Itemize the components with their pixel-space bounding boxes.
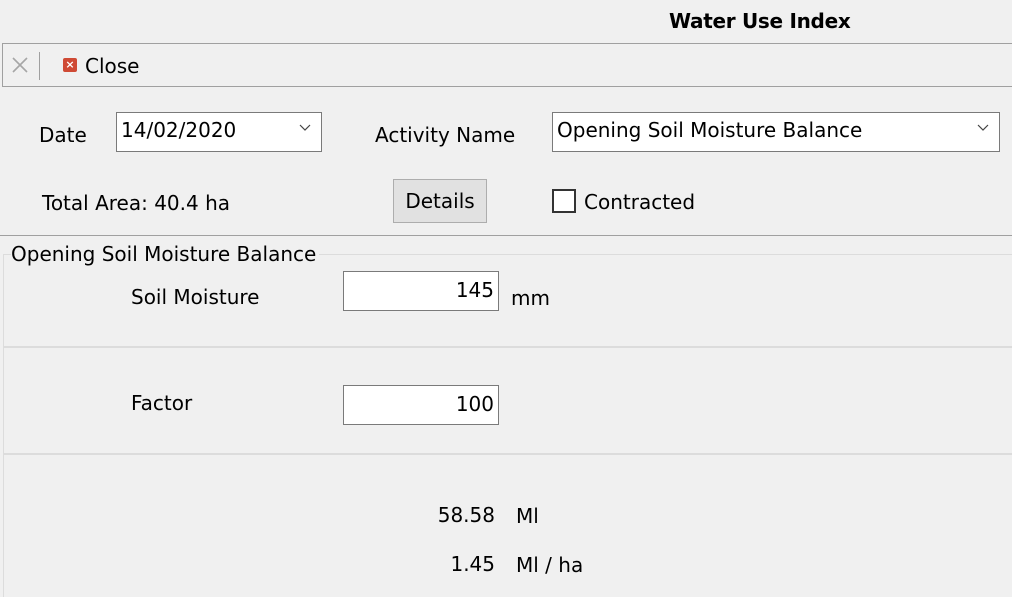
activity-name-select[interactable]: Opening Soil Moisture Balance — [552, 112, 1000, 152]
total-volume-unit: Ml — [516, 504, 539, 528]
close-button[interactable]: × Close — [63, 52, 139, 80]
soil-moisture-unit: mm — [511, 286, 550, 310]
factor-value: 100 — [455, 392, 494, 416]
date-picker[interactable]: 14/02/2020 — [116, 112, 322, 152]
per-ha-unit: Ml / ha — [516, 553, 584, 577]
soil-moisture-value: 145 — [455, 278, 494, 302]
group-divider — [0, 235, 1012, 236]
details-button[interactable]: Details — [393, 179, 487, 223]
contracted-label: Contracted — [584, 190, 696, 214]
contracted-checkbox[interactable] — [552, 189, 576, 213]
window-title-bar: Water Use Index — [0, 0, 1012, 43]
soil-moisture-input[interactable]: 145 — [343, 271, 499, 311]
toolbar: × Close — [2, 43, 1012, 87]
per-ha-value: 1.45 — [450, 552, 495, 576]
total-volume-value: 58.58 — [437, 503, 495, 527]
results-panel — [3, 453, 1012, 597]
chevron-down-icon — [299, 124, 311, 131]
factor-label: Factor — [131, 391, 193, 415]
window-title: Water Use Index — [669, 9, 851, 33]
close-icon: × — [63, 58, 77, 72]
soil-moisture-label: Soil Moisture — [131, 285, 260, 309]
date-value: 14/02/2020 — [121, 118, 237, 142]
close-label: Close — [85, 54, 140, 78]
chevron-down-icon — [977, 124, 989, 131]
toolbar-separator — [39, 52, 40, 80]
total-area-label: Total Area: 40.4 ha — [42, 191, 231, 215]
dismiss-icon[interactable] — [11, 56, 29, 74]
factor-input[interactable]: 100 — [343, 385, 499, 425]
group-title: Opening Soil Moisture Balance — [11, 242, 320, 266]
activity-name-label: Activity Name — [375, 123, 516, 147]
activity-name-value: Opening Soil Moisture Balance — [557, 118, 863, 142]
date-label: Date — [39, 123, 87, 147]
